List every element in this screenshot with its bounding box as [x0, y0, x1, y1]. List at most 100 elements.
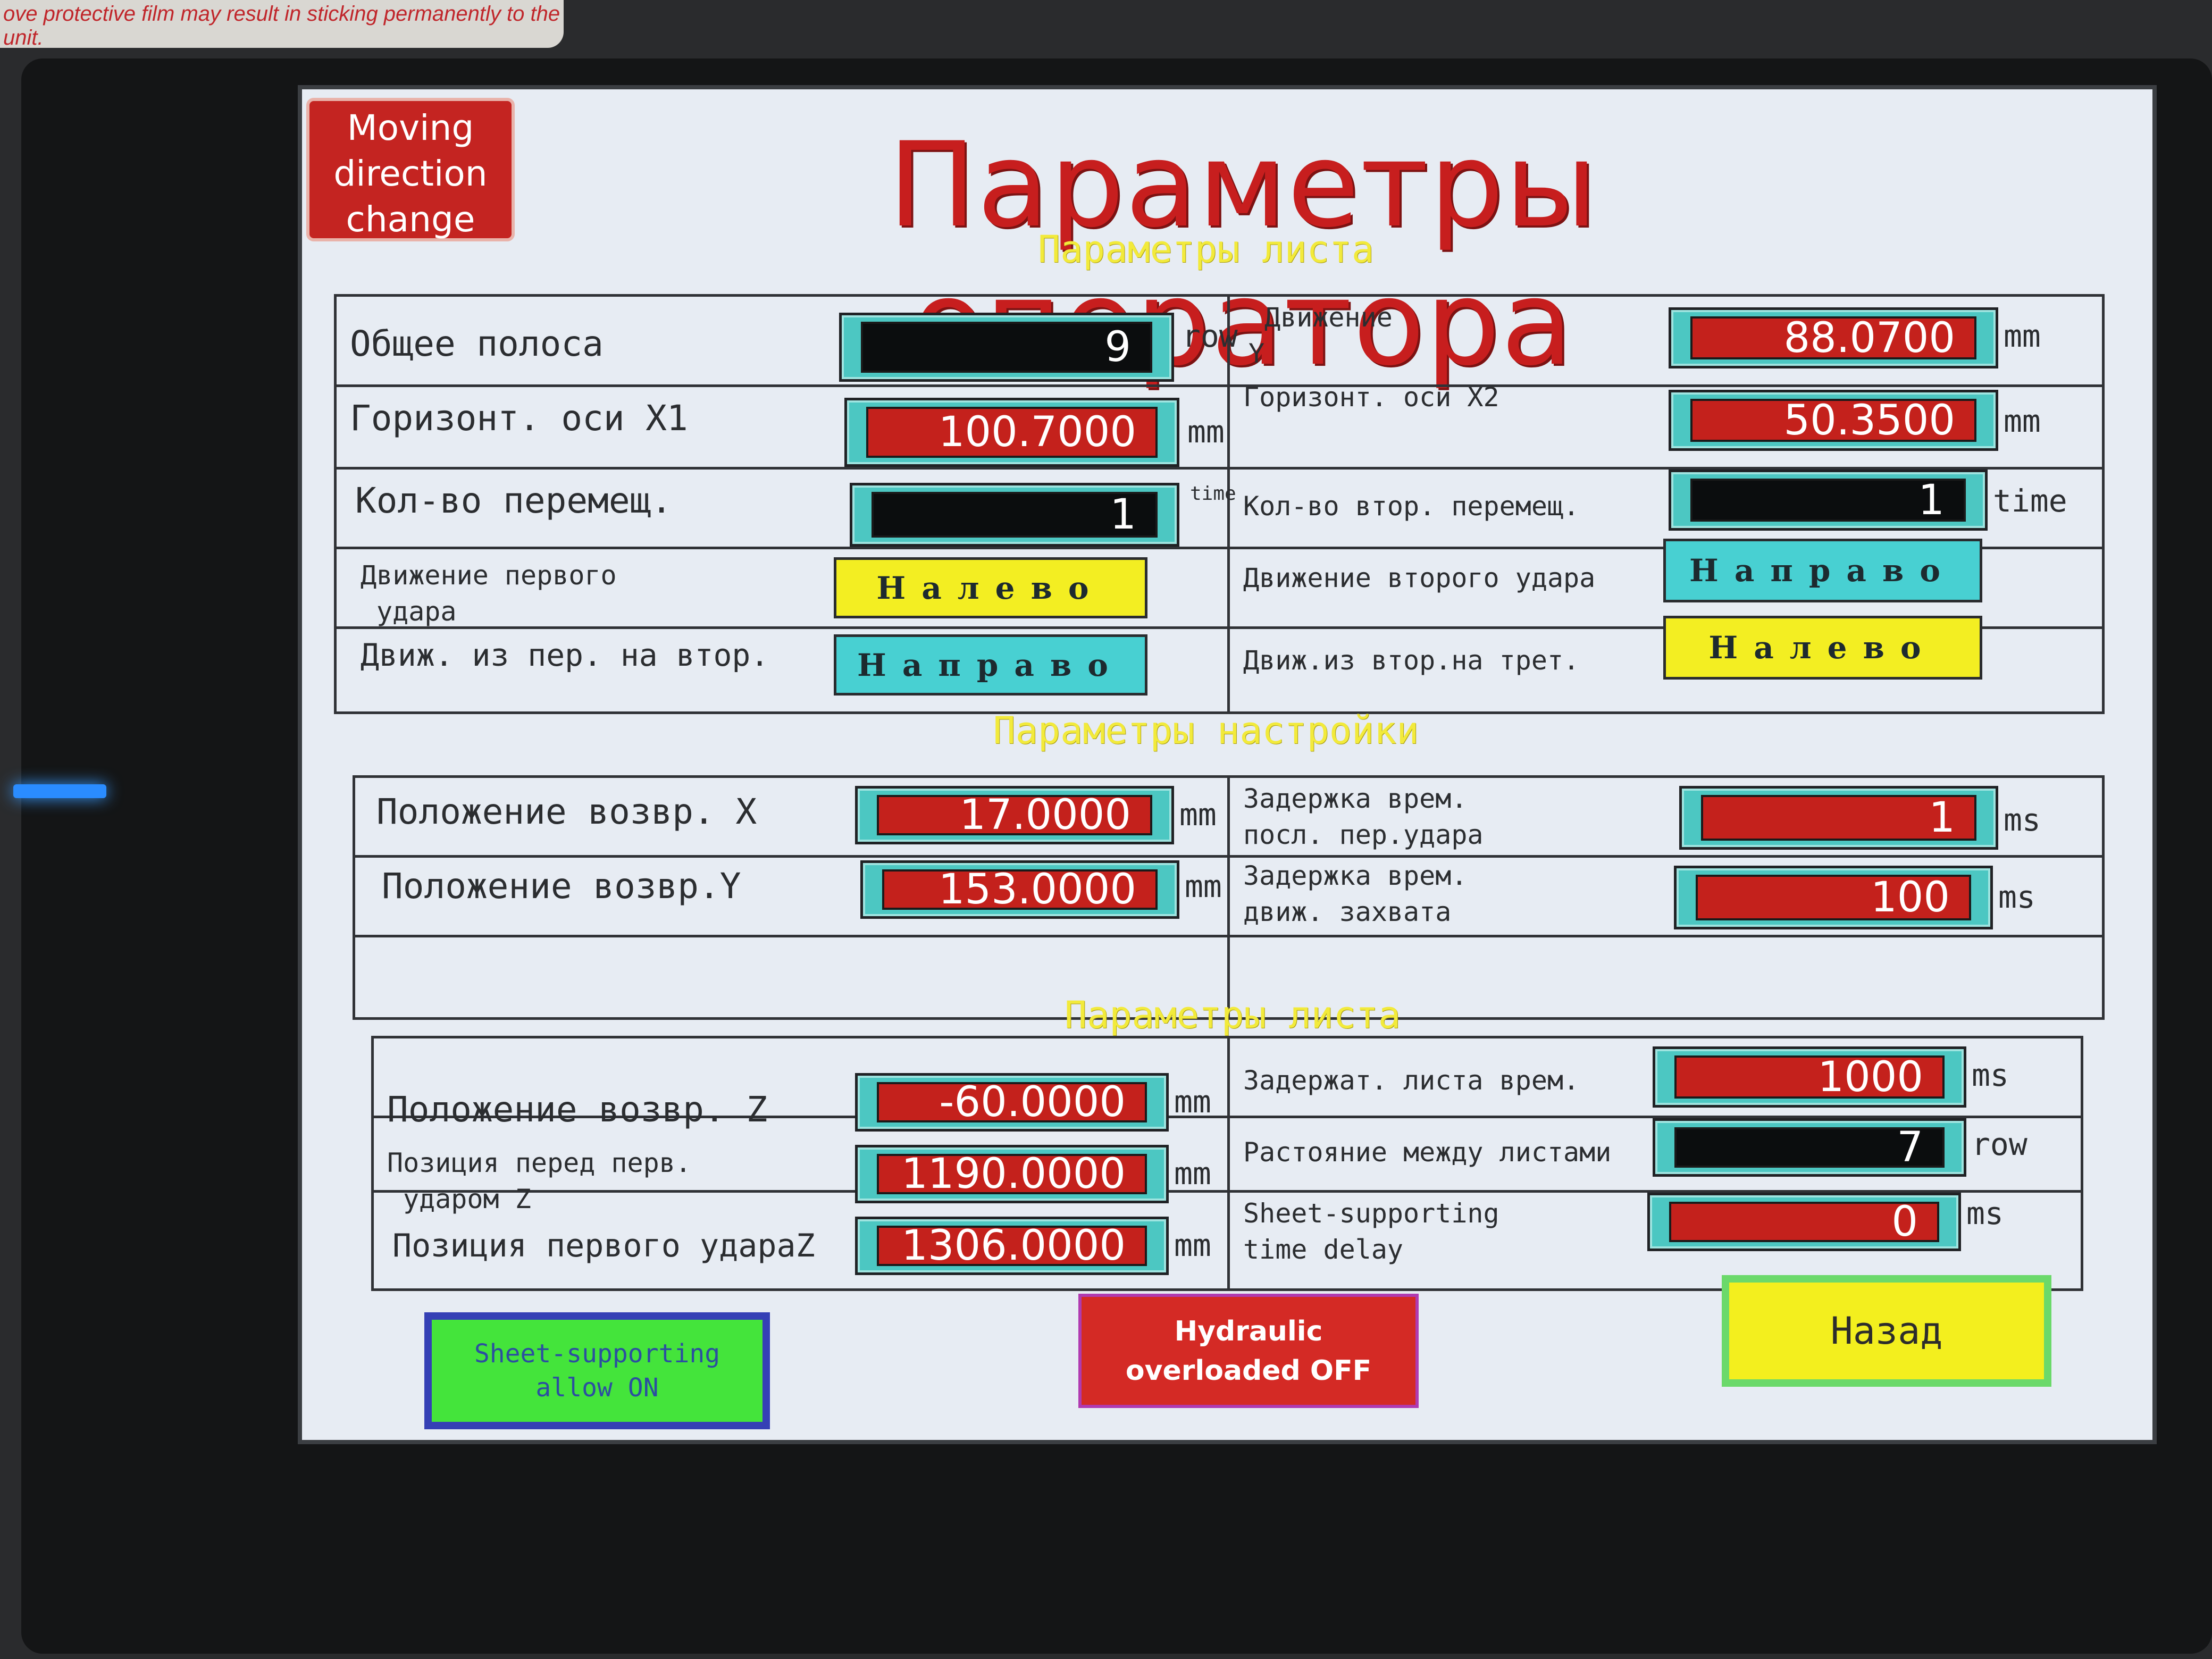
first-strike-z-label: Позиция первого удараZ: [392, 1227, 815, 1264]
second-to-third-direction-select[interactable]: Налево: [1663, 616, 1982, 680]
sheet-support-delay-label-line1: Sheet-supporting: [1243, 1198, 1499, 1229]
divider: [1227, 775, 1230, 1020]
horizontal-x1-field[interactable]: 100.7000: [844, 398, 1179, 467]
delay-after-strike-value: 1: [1701, 794, 1976, 842]
section-title-setup: Параметры настройки: [993, 709, 1419, 752]
moves-count-unit: time: [1190, 483, 1236, 505]
grip-move-delay-label: Задержка врем. движ. захвата: [1243, 858, 1467, 930]
sheet-support-delay-label: Sheet-supporting time delay: [1243, 1195, 1499, 1268]
movement-y-field[interactable]: 88.0700: [1669, 307, 1998, 368]
back-button[interactable]: Назад: [1722, 1275, 2051, 1387]
horizontal-x1-unit: mm: [1187, 414, 1225, 450]
horizontal-x2-unit: mm: [2004, 403, 2041, 439]
pre-first-strike-value: 1190.0000: [877, 1150, 1147, 1198]
moves-count-field[interactable]: 1: [850, 483, 1179, 547]
horizontal-x2-field[interactable]: 50.3500: [1669, 390, 1998, 451]
return-y-label: Положение возвр.Y: [382, 866, 741, 907]
sheet-support-delay-label-line2: time delay: [1243, 1234, 1404, 1265]
return-z-value: -60.0000: [877, 1078, 1147, 1126]
grip-move-delay-field[interactable]: 100: [1674, 866, 1993, 929]
sheet-distance-label: Растояние между листами: [1243, 1137, 1612, 1168]
pre-first-strike-label-line1: Позиция перед перв.: [387, 1147, 691, 1178]
sheet-distance-field[interactable]: 7: [1653, 1118, 1966, 1177]
first-strike-move-label: Движение первого удара: [361, 557, 617, 630]
second-moves-count-field[interactable]: 1: [1669, 470, 1988, 531]
total-strips-label: Общее полоса: [350, 323, 604, 364]
back-button-label: Назад: [1729, 1283, 2044, 1379]
first-to-second-direction-select[interactable]: Направо: [834, 634, 1147, 696]
return-x-unit: mm: [1179, 797, 1217, 833]
second-moves-count-label: Кол-во втор. перемещ.: [1243, 491, 1580, 522]
grip-move-delay-value: 100: [1696, 874, 1971, 921]
sheet-hold-delay-label: Задержат. листа врем.: [1243, 1065, 1580, 1096]
delay-after-strike-label-line1: Задержка врем.: [1243, 783, 1468, 814]
return-x-label: Положение возвр. X: [376, 791, 757, 832]
section-title-sheet-2: Параметры листа: [1064, 993, 1401, 1037]
sheet-supporting-line2: allow ON: [535, 1373, 659, 1403]
horizontal-x1-label: Горизонт. оси X1: [350, 398, 688, 439]
moves-count-label: Кол-во перемещ.: [355, 480, 673, 521]
status-led: [13, 784, 106, 798]
section-title-sheet: Параметры листа: [1037, 228, 1375, 271]
move-button-line-2: direction: [333, 153, 488, 194]
sheet-distance-unit: row: [1972, 1126, 2027, 1162]
sheet-support-delay-field[interactable]: 0: [1647, 1193, 1961, 1251]
second-moves-count-value: 1: [1690, 476, 1966, 524]
horizontal-x2-value: 50.3500: [1690, 397, 1976, 445]
delay-after-strike-label: Задержка врем. посл. пер.удара: [1243, 781, 1484, 853]
horizontal-x1-value: 100.7000: [866, 407, 1158, 458]
hydraulic-line2: overloaded OFF: [1125, 1354, 1372, 1387]
second-strike-move-label: Движение второго удара: [1243, 563, 1596, 593]
first-strike-z-unit: mm: [1174, 1227, 1211, 1263]
return-y-unit: mm: [1185, 868, 1222, 904]
pre-first-strike-field[interactable]: 1190.0000: [855, 1145, 1169, 1203]
movement-y-label: Движение Y: [1249, 299, 1393, 372]
total-strips-value: 9: [861, 322, 1152, 373]
moving-direction-change-button[interactable]: Moving direction change: [306, 98, 515, 241]
sheet-hold-delay-value: 1000: [1674, 1053, 1945, 1101]
second-to-third-label: Движ.из втор.на трет.: [1243, 645, 1580, 676]
return-x-field[interactable]: 17.0000: [855, 786, 1174, 844]
divider: [1227, 1036, 1230, 1291]
second-moves-count-unit: time: [1993, 483, 2067, 519]
return-x-value: 17.0000: [877, 791, 1152, 839]
return-z-unit: mm: [1174, 1084, 1211, 1120]
sheet-support-delay-unit: ms: [1966, 1195, 2004, 1231]
move-button-line-1: Moving: [347, 107, 474, 148]
sheet-distance-value: 7: [1674, 1124, 1945, 1171]
first-strike-direction-select[interactable]: Налево: [834, 557, 1147, 618]
sheet-supporting-allow-button[interactable]: Sheet-supporting allow ON: [424, 1312, 770, 1429]
return-y-field[interactable]: 153.0000: [860, 860, 1179, 919]
first-strike-z-field[interactable]: 1306.0000: [855, 1217, 1169, 1275]
first-strike-move-label-line2: удара: [376, 596, 457, 627]
first-strike-move-label-line1: Движение первого: [361, 560, 617, 591]
sheet-hold-delay-unit: ms: [1972, 1057, 2009, 1093]
movement-y-label-line1: Движение: [1264, 302, 1393, 333]
horizontal-x2-label: Горизонт. оси X2: [1243, 382, 1499, 413]
movement-y-unit: mm: [2004, 318, 2041, 354]
grip-move-delay-label-line2: движ. захвата: [1243, 896, 1452, 927]
divider: [334, 384, 2105, 387]
sheet-hold-delay-field[interactable]: 1000: [1653, 1046, 1966, 1108]
divider: [353, 855, 2105, 858]
grip-move-delay-label-line1: Задержка врем.: [1243, 860, 1468, 891]
delay-after-strike-unit: ms: [2004, 802, 2041, 838]
move-button-line-3: change: [346, 199, 475, 240]
movement-y-value: 88.0700: [1690, 314, 1976, 362]
second-strike-direction-select[interactable]: Направо: [1663, 539, 1982, 602]
delay-after-strike-field[interactable]: 1: [1679, 786, 1998, 850]
grip-move-delay-unit: ms: [1998, 879, 2035, 915]
return-z-label: Положение возвр. Z: [387, 1089, 768, 1130]
pre-first-strike-label-line2: ударом Z: [403, 1184, 531, 1214]
hydraulic-line1: Hydraulic: [1174, 1315, 1323, 1347]
first-to-second-label: Движ. из пер. на втор.: [361, 637, 769, 673]
hmi-screen: Moving direction change Параметры операт…: [298, 85, 2157, 1444]
hydraulic-overload-button[interactable]: Hydraulic overloaded OFF: [1078, 1294, 1419, 1408]
sheet-support-delay-value: 0: [1669, 1198, 1939, 1246]
pre-first-strike-label: Позиция перед перв. ударом Z: [387, 1145, 691, 1217]
return-y-value: 153.0000: [882, 866, 1158, 914]
sheet-supporting-line1: Sheet-supporting: [474, 1339, 720, 1369]
delay-after-strike-label-line2: посл. пер.удара: [1243, 819, 1484, 850]
return-z-field[interactable]: -60.0000: [855, 1073, 1169, 1132]
total-strips-field[interactable]: 9: [839, 313, 1174, 382]
